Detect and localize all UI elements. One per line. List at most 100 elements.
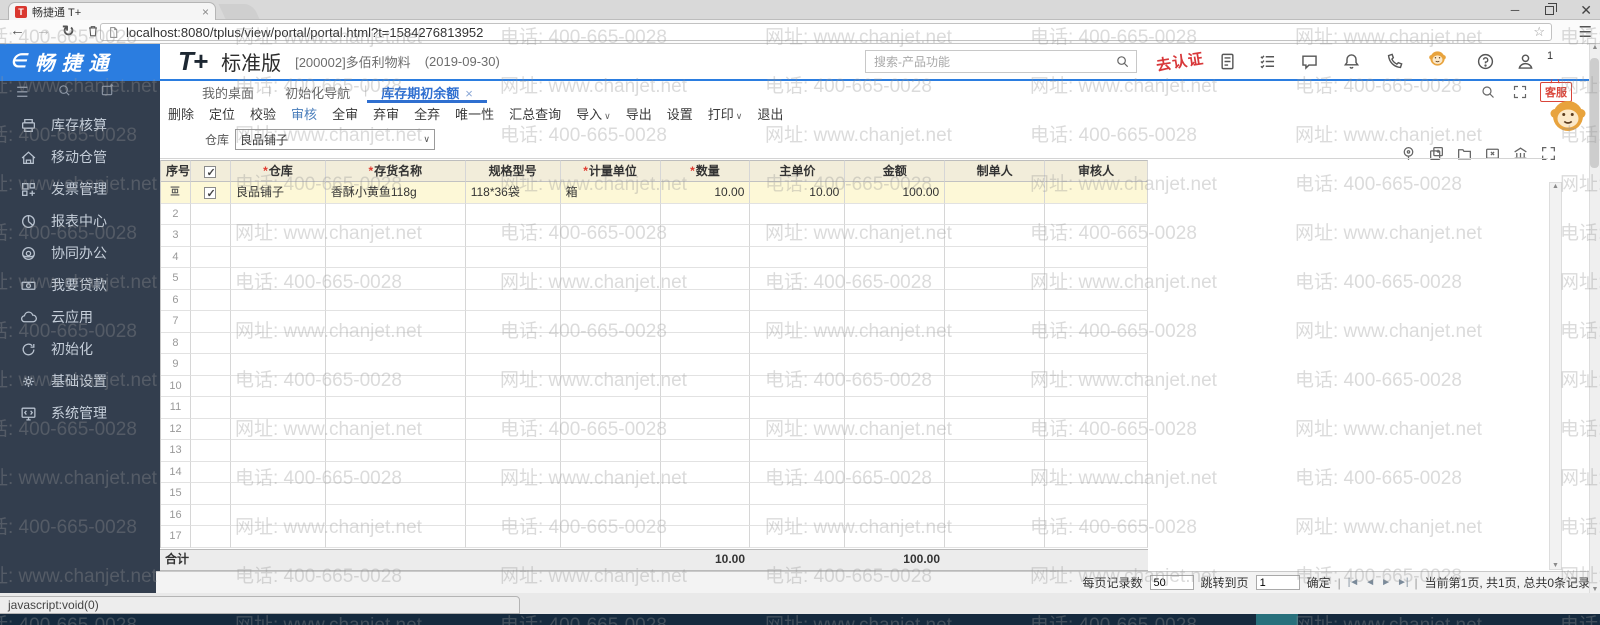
cell-item_name (325, 440, 466, 462)
warehouse-select[interactable]: 良品铺子 ∨ (235, 128, 436, 150)
checklist-icon[interactable] (1258, 52, 1277, 71)
fullscreen-icon[interactable] (1540, 145, 1557, 162)
new-window-icon[interactable] (100, 83, 115, 101)
page-size-input[interactable] (1149, 575, 1194, 590)
toolbar-print[interactable]: 打印 ∨ (708, 104, 743, 123)
close-window-icon[interactable] (1484, 145, 1501, 162)
user-icon[interactable] (1516, 52, 1535, 71)
trash-icon[interactable] (86, 24, 100, 42)
copy-add-icon[interactable] (1428, 145, 1445, 162)
toolbar-export[interactable]: 导出 (626, 104, 652, 123)
mascot-monkey-peek-icon[interactable] (1548, 96, 1588, 136)
toolbar-exit[interactable]: 退出 (757, 104, 783, 123)
prev-page-icon[interactable]: ◄ (1365, 577, 1375, 588)
confirm-button[interactable]: 确定 (1307, 574, 1331, 591)
sidebar-item-inventory-accounting[interactable]: 库存核算 (0, 109, 160, 141)
folder-icon[interactable] (1456, 145, 1473, 162)
cell-warehouse (230, 418, 326, 440)
row-detail-icon[interactable] (168, 184, 182, 198)
toolbar-audit-all[interactable]: 全审 (332, 104, 358, 123)
tab-search-icon[interactable] (1480, 84, 1496, 103)
next-page-icon[interactable]: ► (1381, 577, 1391, 588)
sidebar-item-initialization[interactable]: 初始化 (0, 333, 160, 365)
column-header-creator[interactable]: 制单人 (945, 160, 1046, 182)
message-icon[interactable] (1300, 52, 1319, 71)
maximize-icon[interactable] (1512, 84, 1528, 103)
select-all-checkbox[interactable] (204, 163, 217, 181)
column-header-unit[interactable]: *计量单位 (560, 160, 661, 182)
scroll-up-icon[interactable]: ▲ (1552, 183, 1559, 190)
back-icon[interactable]: ← (10, 22, 25, 39)
first-page-icon[interactable]: |◄ (1348, 577, 1359, 588)
column-header-spec[interactable]: 规格型号 (465, 160, 561, 182)
table-row[interactable]: 良品铺子香酥小黄鱼118g118*36袋箱10.0010.00100.00 (161, 182, 1148, 204)
sidebar-item-invoice-management[interactable]: 发票管理 (0, 173, 160, 205)
cell-creator (945, 504, 1046, 526)
certify-stamp[interactable]: 去认证 (1155, 47, 1206, 75)
column-header-rowno[interactable]: 序号 (161, 160, 191, 182)
column-header-auditor[interactable]: 审核人 (1045, 160, 1148, 182)
toolbar-audit[interactable]: 审核 (291, 104, 317, 123)
sidebar-item-cloud-apps[interactable]: 云应用 (0, 301, 160, 333)
tab-close-icon[interactable]: × (465, 86, 473, 101)
tab-inventory-opening-balance[interactable]: 库存期初余额 × (367, 81, 487, 103)
grid-scrollbar[interactable]: ▲ ▼ (1549, 182, 1562, 570)
toolbar-delete[interactable]: 删除 (168, 104, 194, 123)
url-field[interactable]: localhost:8080/tplus/view/portal/portal.… (100, 23, 1552, 41)
sidebar-item-collaboration-office[interactable]: 协同办公 (0, 237, 160, 269)
tab-my-desktop[interactable]: 我的桌面 (188, 81, 268, 103)
bank-icon[interactable] (1512, 145, 1529, 162)
sidebar-item-report-center[interactable]: 报表中心 (0, 205, 160, 237)
row-checkbox[interactable] (204, 184, 217, 203)
app-grid-icon[interactable] (1218, 52, 1237, 71)
toolbar-uniqueness[interactable]: 唯一性 (455, 104, 494, 123)
scroll-up-icon[interactable]: ▲ (1592, 44, 1599, 51)
toolbar-unaudit[interactable]: 弃审 (373, 104, 399, 123)
column-header-unit_price[interactable]: 主单价 (750, 160, 846, 182)
window-minimize-icon[interactable]: ─ (1511, 4, 1520, 16)
window-restore-icon[interactable] (1545, 2, 1558, 15)
mascot-monkey-icon[interactable] (1428, 49, 1447, 68)
column-header-quantity[interactable]: *数量 (660, 160, 751, 182)
column-header-warehouse[interactable]: *仓库 (230, 160, 326, 182)
notification-bell-icon[interactable] (1342, 52, 1361, 71)
goto-page-input[interactable] (1255, 575, 1300, 590)
scroll-down-icon[interactable]: ▼ (1552, 562, 1559, 569)
page-scrollbar-thumb[interactable] (1590, 58, 1599, 168)
toolbar-unaudit-all[interactable]: 全弃 (414, 104, 440, 123)
last-page-icon[interactable]: ►| (1397, 577, 1408, 588)
new-tab-button[interactable] (218, 4, 260, 19)
browser-tab[interactable]: T 畅捷通 T+ × (8, 2, 216, 20)
product-search-input[interactable] (872, 53, 1115, 70)
menu-icon[interactable]: ☰ (16, 85, 29, 99)
toolbar-validate[interactable]: 校验 (250, 104, 276, 123)
help-icon[interactable] (1476, 52, 1495, 71)
cell-unit_price (750, 268, 846, 290)
window-close-icon[interactable]: ✕ (1580, 3, 1592, 17)
toolbar-locate[interactable]: 定位 (209, 104, 235, 123)
cell-item_name (325, 504, 466, 526)
sidebar-item-loan[interactable]: 我要贷款 (0, 269, 160, 301)
forward-icon[interactable]: → (36, 22, 51, 39)
bookmark-star-icon[interactable]: ☆ (1533, 24, 1545, 40)
cell-unit (560, 375, 661, 397)
pin-location-icon[interactable] (1400, 145, 1417, 162)
sidebar-item-system-management[interactable]: 系统管理 (0, 397, 160, 429)
column-header-check[interactable] (190, 160, 231, 182)
sidebar-item-mobile-warehouse[interactable]: 移动仓管 (0, 141, 160, 173)
column-header-item_name[interactable]: *存货名称 (325, 160, 466, 182)
tab-init-navigation[interactable]: 初始化导航 (271, 81, 364, 103)
toolbar-import[interactable]: 导入 ∨ (576, 104, 611, 123)
search-icon[interactable] (1115, 54, 1130, 69)
chanjet-logo[interactable]: ∈ 畅捷通 (0, 44, 160, 79)
sidebar-search-icon[interactable] (57, 83, 72, 101)
toolbar-settings[interactable]: 设置 (667, 104, 693, 123)
phone-icon[interactable] (1385, 52, 1404, 71)
reload-icon[interactable]: ↻ (62, 22, 75, 40)
sidebar-item-basic-settings[interactable]: 基础设置 (0, 365, 160, 397)
scroll-down-icon[interactable]: ▼ (1592, 586, 1599, 593)
browser-menu-icon[interactable]: ☰ (1579, 23, 1592, 41)
toolbar-summary-query[interactable]: 汇总查询 (509, 104, 561, 123)
tab-close-icon[interactable]: × (202, 6, 209, 18)
column-header-amount[interactable]: 金额 (845, 160, 946, 182)
